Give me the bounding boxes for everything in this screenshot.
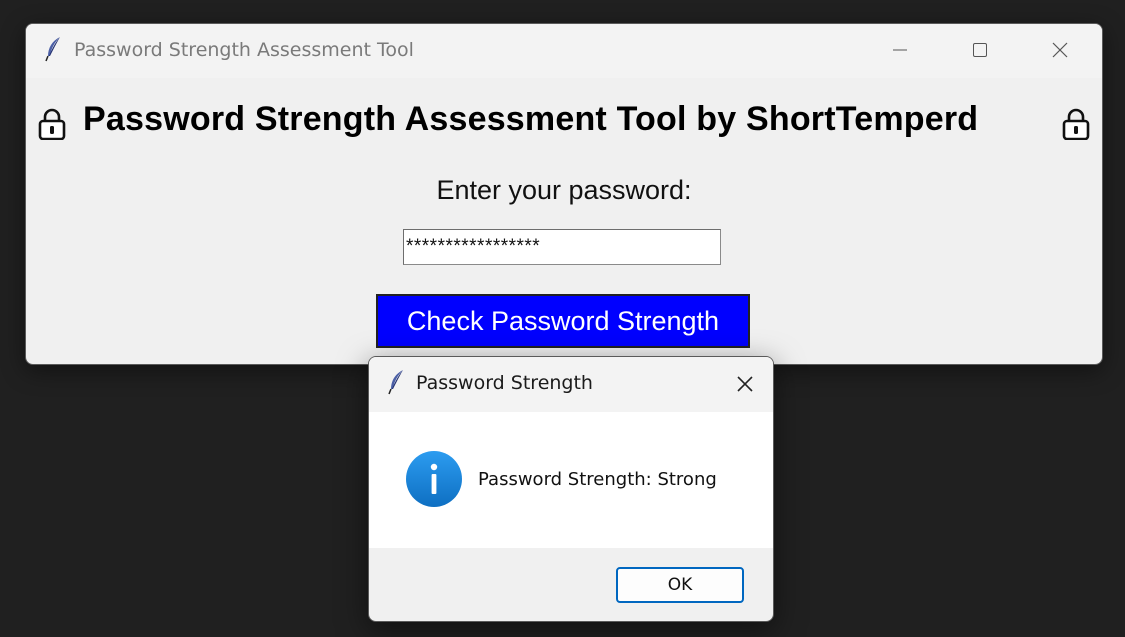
dialog-message: Password Strength: Strong: [478, 469, 717, 490]
heading-row: Password Strength Assessment Tool by Sho…: [26, 98, 1102, 146]
close-icon: [737, 376, 753, 392]
maximize-button[interactable]: [948, 24, 1012, 78]
minimize-button[interactable]: [868, 24, 932, 78]
dialog-title: Password Strength: [416, 372, 593, 394]
maximize-icon: [973, 43, 987, 57]
password-prompt-label: Enter your password:: [436, 175, 692, 205]
dialog-body: Password Strength: Strong: [369, 412, 773, 548]
main-window: Password Strength Assessment Tool Passwo…: [25, 23, 1103, 365]
info-icon: [406, 451, 462, 507]
app-heading: Password Strength Assessment Tool by Sho…: [83, 100, 979, 138]
feather-icon: [388, 370, 403, 395]
message-dialog: Password Strength Password Strength: Str…: [368, 356, 774, 622]
close-icon: [1052, 42, 1068, 58]
password-input[interactable]: [403, 229, 721, 265]
feather-icon: [45, 37, 60, 62]
dialog-close-button[interactable]: [719, 357, 773, 412]
ok-button[interactable]: OK: [616, 567, 744, 603]
title-bar[interactable]: Password Strength Assessment Tool: [26, 24, 1102, 78]
dialog-title-bar[interactable]: Password Strength: [369, 357, 773, 412]
minimize-icon: [893, 49, 907, 51]
lock-icon: [38, 108, 66, 140]
window-title: Password Strength Assessment Tool: [74, 39, 414, 61]
check-password-strength-button[interactable]: Check Password Strength: [376, 294, 750, 348]
close-button[interactable]: [1028, 24, 1092, 78]
lock-icon: [1062, 108, 1090, 140]
